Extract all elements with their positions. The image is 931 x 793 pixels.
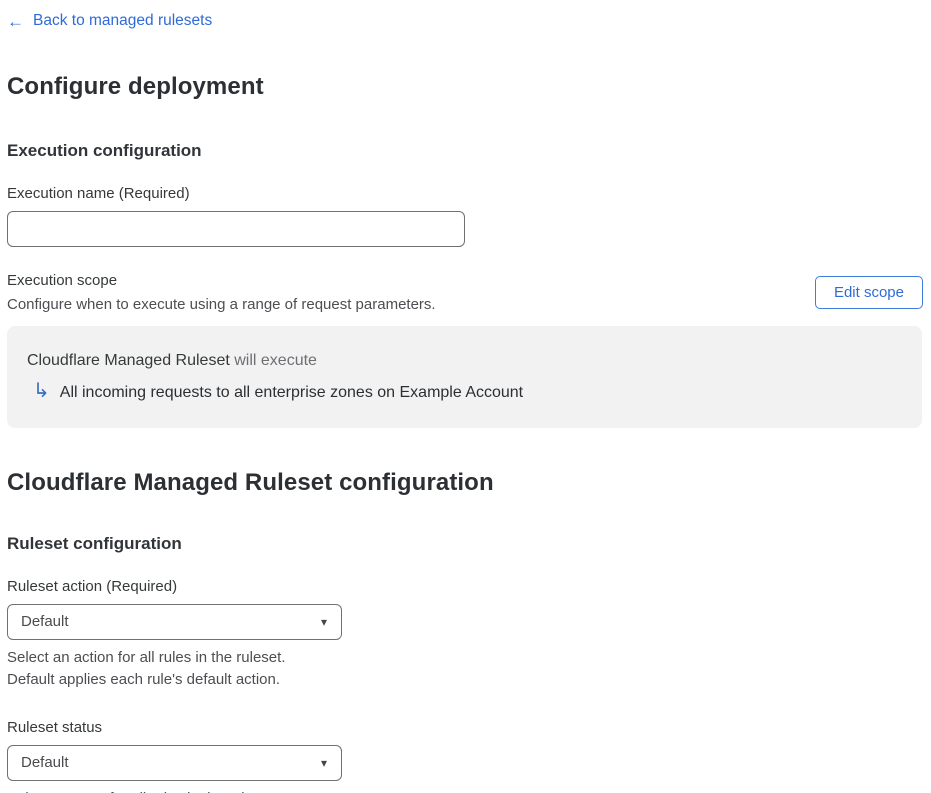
ruleset-action-select[interactable]: Default ▾	[7, 603, 342, 640]
execution-name-label: Execution name (Required)	[7, 184, 190, 202]
ruleset-action-label: Ruleset action (Required)	[7, 577, 178, 595]
ruleset-status-label: Ruleset status	[7, 718, 103, 736]
back-to-managed-rulesets-link[interactable]: ← Back to managed rulesets	[7, 12, 212, 30]
ruleset-action-help: Select an action for all rules in the ru…	[7, 647, 923, 691]
chevron-down-icon: ▾	[320, 755, 327, 770]
scope-summary-text: All incoming requests to all enterprise …	[59, 383, 524, 401]
back-arrow-icon: ←	[7, 11, 24, 31]
ruleset-configuration-heading: Ruleset configuration	[7, 533, 182, 553]
ruleset-name: Cloudflare Managed Ruleset	[27, 351, 230, 369]
ruleset-configuration-title: Cloudflare Managed Ruleset configuration	[7, 468, 494, 496]
back-link-label: Back to managed rulesets	[33, 12, 213, 29]
execution-scope-label: Execution scope	[7, 271, 118, 289]
ruleset-status-help: Select a status for all rules in the rul…	[7, 788, 923, 793]
execution-scope-row: Execution scope Configure when to execut…	[7, 272, 923, 313]
execution-scope-text: Execution scope Configure when to execut…	[7, 272, 436, 313]
ruleset-action-help-line-2: Default applies each rule's default acti…	[7, 670, 281, 688]
ruleset-action-value: Default	[21, 613, 69, 630]
execution-summary-line: Cloudflare Managed Ruleset will execute	[27, 352, 902, 370]
execution-configuration-heading: Execution configuration	[7, 140, 202, 160]
ruleset-status-select[interactable]: Default ▾	[7, 744, 342, 781]
execution-scope-description: Configure when to execute using a range …	[7, 295, 436, 313]
ruleset-status-value: Default	[21, 754, 69, 771]
will-execute-text: will execute	[229, 351, 317, 369]
page-title: Configure deployment	[7, 72, 264, 100]
execution-summary-panel: Cloudflare Managed Ruleset will execute …	[7, 325, 922, 428]
execution-scope-summary: ↳ All incoming requests to all enterpris…	[27, 379, 902, 403]
ruleset-action-help-line-1: Select an action for all rules in the ru…	[7, 648, 286, 666]
hook-arrow-icon: ↳	[33, 379, 50, 402]
execution-name-input[interactable]	[7, 210, 465, 247]
edit-scope-button[interactable]: Edit scope	[814, 275, 923, 309]
chevron-down-icon: ▾	[320, 614, 327, 629]
